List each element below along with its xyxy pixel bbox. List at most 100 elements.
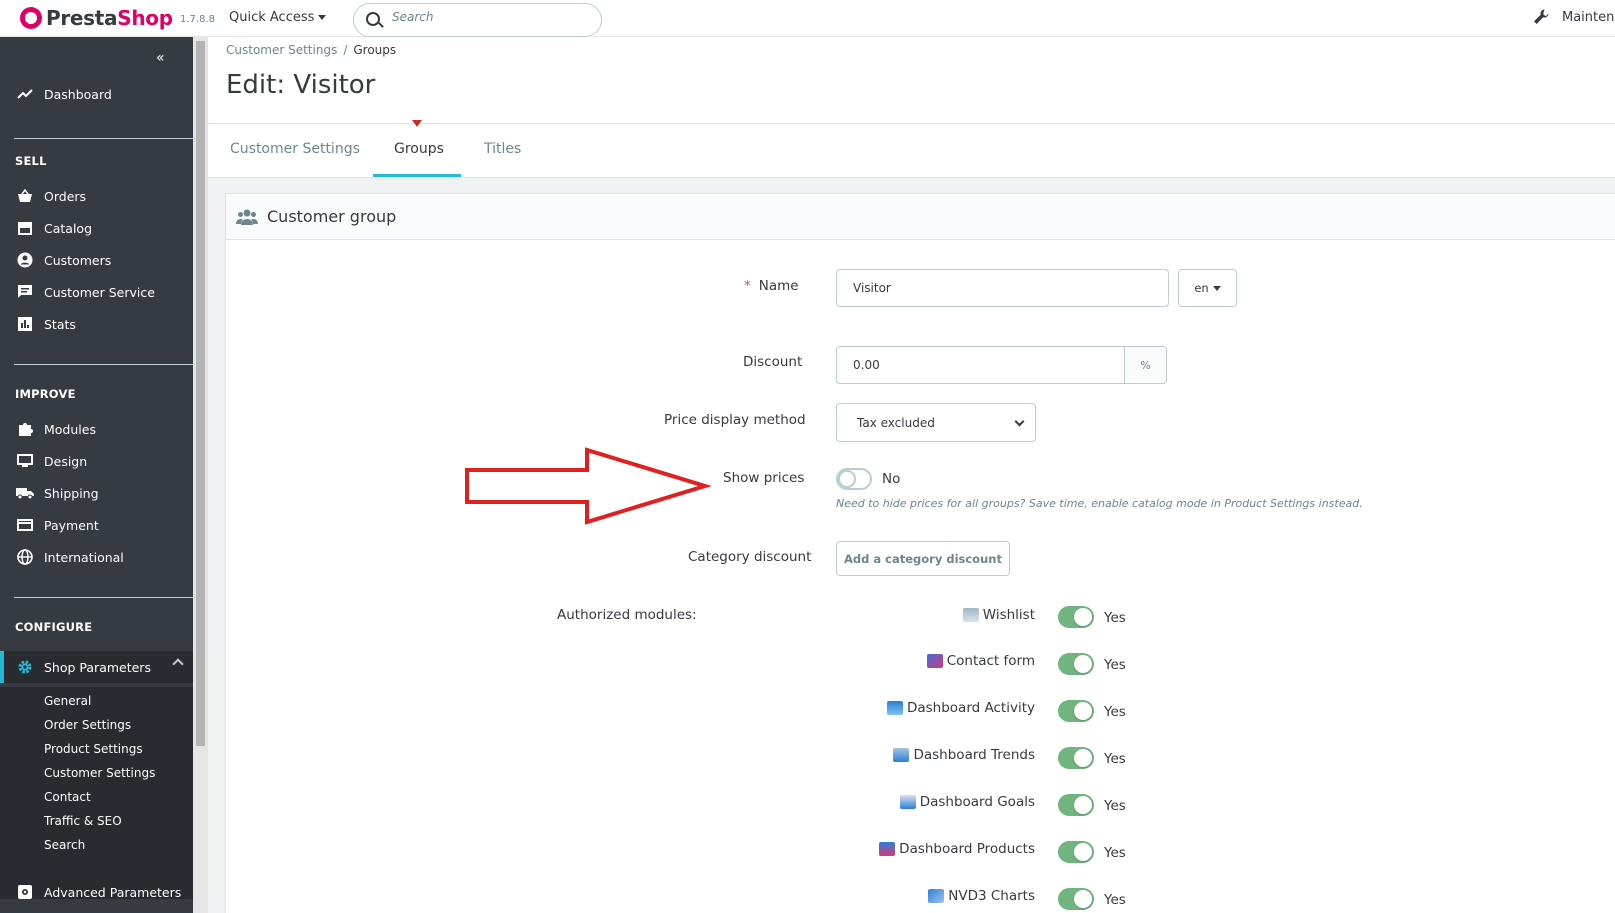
submenu-item-search[interactable]: Search <box>44 838 85 852</box>
chevron-up-icon <box>172 658 184 670</box>
sidebar-item-modules[interactable]: Modules <box>0 415 193 443</box>
dashboard-trends-module-icon <box>893 748 910 762</box>
sidebar-scrollbar[interactable] <box>193 37 208 913</box>
module-state: Yes <box>1104 704 1126 720</box>
quick-access-label: Quick Access <box>229 10 315 25</box>
tabs-bar: Customer Settings Groups Titles <box>208 123 1615 178</box>
price-display-value: Tax excluded <box>857 415 935 430</box>
module-toggle-dashboard-goals[interactable] <box>1058 794 1094 816</box>
gear-icon <box>16 659 34 675</box>
sidebar: « Dashboard SELL Orders Catalog Customer… <box>0 37 193 913</box>
module-row: Wishlist <box>870 605 1035 631</box>
sidebar-item-orders[interactable]: Orders <box>0 182 193 210</box>
caret-down-icon <box>1212 285 1221 291</box>
module-toggle-dashboard-activity[interactable] <box>1058 700 1094 722</box>
discount-input[interactable] <box>836 346 1125 384</box>
price-display-label: Price display method <box>664 412 806 428</box>
toggle-knob <box>1074 608 1092 626</box>
module-name: Dashboard Products <box>879 841 1035 857</box>
store-icon <box>16 220 34 236</box>
page-title: Edit: Visitor <box>226 70 376 100</box>
sidebar-item-stats[interactable]: Stats <box>0 310 193 338</box>
caret-down-icon <box>318 15 327 20</box>
wrench-icon <box>1534 9 1549 24</box>
sidebar-item-customer-service[interactable]: Customer Service <box>0 278 193 306</box>
sidebar-item-label: Payment <box>44 517 99 533</box>
section-heading-improve: IMPROVE <box>15 387 76 401</box>
module-state: Yes <box>1104 657 1126 673</box>
tab-titles[interactable]: Titles <box>484 141 521 157</box>
submenu-item-customer-settings[interactable]: Customer Settings <box>44 766 155 780</box>
show-prices-help: Need to hide prices for all groups? Save… <box>836 497 1363 510</box>
dashboard-activity-module-icon <box>886 701 903 715</box>
toggle-knob <box>1074 796 1092 814</box>
module-row: Dashboard Trends <box>870 745 1035 771</box>
sidebar-item-label: Catalog <box>44 220 93 236</box>
sidebar-item-payment[interactable]: Payment <box>0 511 193 539</box>
prestashop-logo[interactable]: PrestaShop <box>20 6 173 30</box>
show-prices-label: Show prices <box>723 470 805 486</box>
quick-access-dropdown[interactable]: Quick Access <box>229 10 327 25</box>
wishlist-module-icon <box>962 608 979 622</box>
price-display-select[interactable]: Tax excluded <box>836 403 1036 442</box>
breadcrumb-separator: / <box>343 43 348 57</box>
maintenance-link[interactable]: Maintena <box>1562 10 1615 25</box>
sidebar-item-catalog[interactable]: Catalog <box>0 214 193 242</box>
prestashop-logo-icon <box>20 7 42 29</box>
authorized-modules-label: Authorized modules: <box>557 607 697 623</box>
divider <box>14 364 193 365</box>
module-toggle-wishlist[interactable] <box>1058 606 1094 628</box>
divider <box>14 597 193 598</box>
module-state: Yes <box>1104 610 1126 626</box>
toggle-knob <box>1074 749 1092 767</box>
module-name: Wishlist <box>962 607 1035 623</box>
sidebar-item-label: Modules <box>44 421 96 437</box>
search-box[interactable] <box>353 3 602 37</box>
search-icon <box>366 12 380 26</box>
chevron-down-icon <box>1014 416 1025 427</box>
collapse-sidebar-icon[interactable]: « <box>156 50 165 66</box>
submenu-item-general[interactable]: General <box>44 694 91 708</box>
module-row: Dashboard Products <box>870 839 1035 865</box>
submenu-item-product-settings[interactable]: Product Settings <box>44 742 143 756</box>
module-toggle-dashboard-products[interactable] <box>1058 841 1094 863</box>
tab-marker-icon <box>412 120 422 127</box>
sidebar-item-shop-parameters[interactable]: Shop Parameters <box>0 651 193 683</box>
monitor-icon <box>16 453 34 469</box>
sidebar-item-shipping[interactable]: Shipping <box>0 479 193 507</box>
language-dropdown[interactable]: en <box>1178 269 1237 307</box>
sidebar-item-advanced-parameters[interactable]: Advanced Parameters <box>0 878 193 906</box>
sidebar-item-dashboard[interactable]: Dashboard <box>0 80 193 108</box>
tab-customer-settings[interactable]: Customer Settings <box>230 141 360 157</box>
version-label: 1.7.8.8 <box>180 14 215 25</box>
name-input[interactable] <box>836 269 1169 307</box>
toggle-knob <box>838 470 856 488</box>
settings-box-icon <box>16 884 34 900</box>
submenu-item-contact[interactable]: Contact <box>44 790 91 804</box>
show-prices-state: No <box>882 471 901 487</box>
scrollbar-thumb[interactable] <box>196 41 205 746</box>
tab-groups[interactable]: Groups <box>394 141 444 157</box>
credit-card-icon <box>16 517 34 533</box>
module-toggle-nvd3-charts[interactable] <box>1058 888 1094 910</box>
submenu-item-order-settings[interactable]: Order Settings <box>44 718 131 732</box>
breadcrumb-parent[interactable]: Customer Settings <box>226 43 337 57</box>
module-toggle-contact-form[interactable] <box>1058 653 1094 675</box>
sidebar-item-customers[interactable]: Customers <box>0 246 193 274</box>
search-input[interactable] <box>392 10 582 24</box>
chat-icon <box>16 284 34 300</box>
toggle-knob <box>1074 890 1092 908</box>
submenu-item-traffic-seo[interactable]: Traffic & SEO <box>44 814 122 828</box>
show-prices-toggle[interactable] <box>836 468 872 490</box>
logo-suffix: Shop <box>117 6 173 30</box>
toggle-knob <box>1074 702 1092 720</box>
add-category-discount-button[interactable]: Add a category discount <box>836 541 1010 576</box>
sidebar-item-international[interactable]: International <box>0 543 193 571</box>
language-label: en <box>1194 281 1209 295</box>
name-label: * Name <box>744 278 799 294</box>
sidebar-item-label: Orders <box>44 188 87 204</box>
breadcrumb: Customer Settings / Groups <box>226 43 396 57</box>
sidebar-item-design[interactable]: Design <box>0 447 193 475</box>
module-toggle-dashboard-trends[interactable] <box>1058 747 1094 769</box>
breadcrumb-current: Groups <box>353 43 397 57</box>
